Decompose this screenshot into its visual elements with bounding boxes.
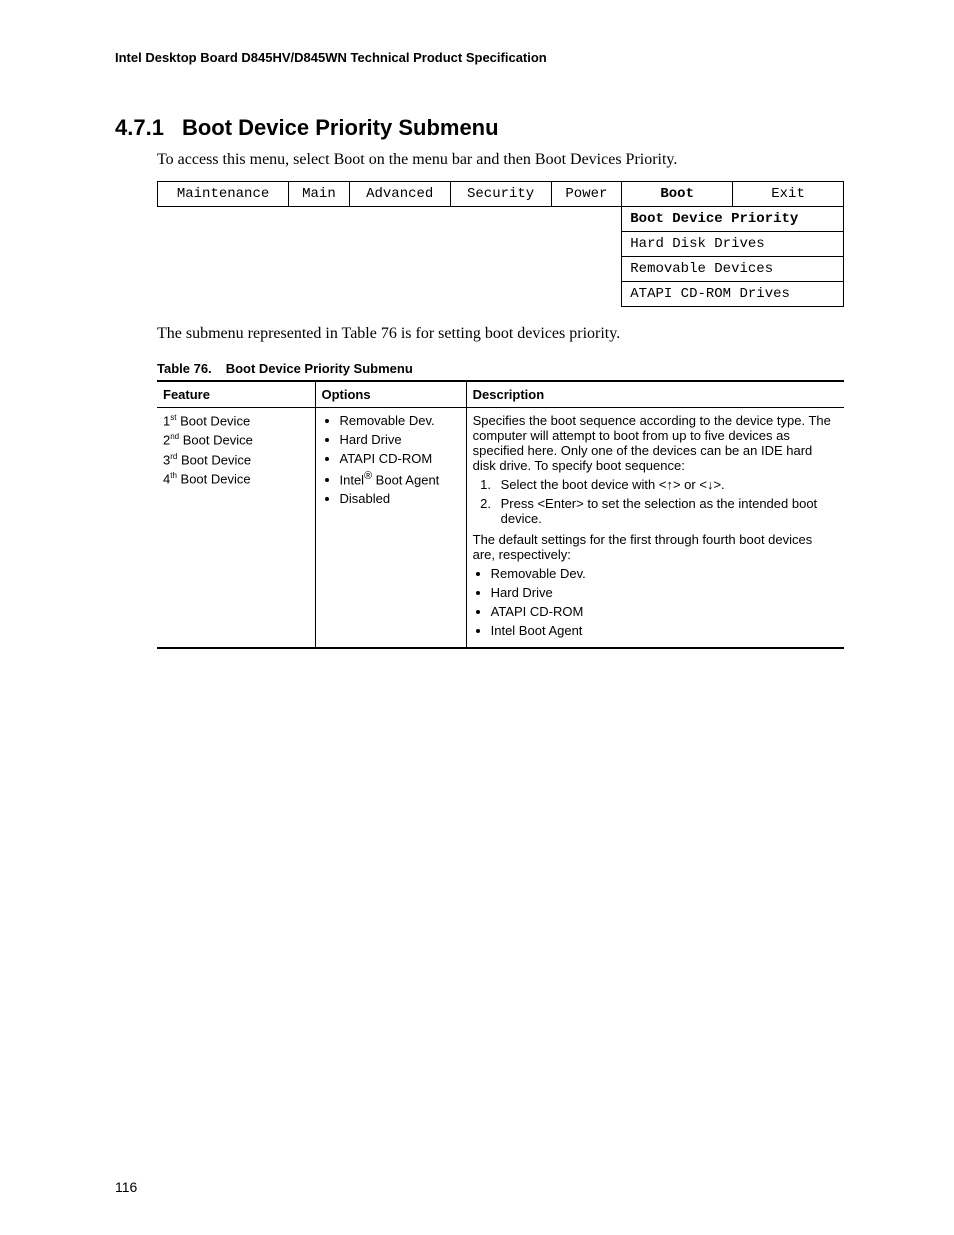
option-removable-dev: Removable Dev.	[340, 413, 460, 428]
default-hard-drive: Hard Drive	[491, 585, 838, 600]
feature-3-label: Boot Device	[177, 452, 251, 467]
cell-feature: 1st Boot Device 2nd Boot Device 3rd Boot…	[157, 408, 315, 649]
menu-tab-advanced: Advanced	[349, 182, 450, 207]
option-intel-boot-agent: Intel® Boot Agent	[340, 470, 460, 487]
feature-1-label: Boot Device	[176, 413, 250, 428]
boot-device-priority-table: Feature Options Description 1st Boot Dev…	[157, 380, 844, 649]
section-title: Boot Device Priority Submenu	[182, 115, 499, 140]
bios-menu-bar: Maintenance Main Advanced Security Power…	[157, 181, 844, 307]
menu-tab-power: Power	[551, 182, 622, 207]
table-caption-title: Boot Device Priority Submenu	[226, 361, 413, 376]
feature-4-label: Boot Device	[177, 471, 251, 486]
menu-tab-security: Security	[450, 182, 551, 207]
option-atapi-cdrom: ATAPI CD-ROM	[340, 451, 460, 466]
menu-tab-boot: Boot	[622, 182, 733, 207]
feature-4-suffix: th	[170, 471, 177, 480]
table-row: 1st Boot Device 2nd Boot Device 3rd Boot…	[157, 408, 844, 649]
cell-description: Specifies the boot sequence according to…	[466, 408, 844, 649]
desc-paragraph-2: The default settings for the first throu…	[473, 532, 838, 562]
running-header: Intel Desktop Board D845HV/D845WN Techni…	[115, 50, 844, 65]
default-removable-dev: Removable Dev.	[491, 566, 838, 581]
cell-options: Removable Dev. Hard Drive ATAPI CD-ROM I…	[315, 408, 466, 649]
desc-step-2: Press <Enter> to set the selection as th…	[495, 496, 838, 526]
submenu-removable-devices: Removable Devices	[622, 257, 844, 282]
submenu-boot-device-priority: Boot Device Priority	[622, 207, 844, 232]
menu-tab-main: Main	[289, 182, 350, 207]
option-hard-drive: Hard Drive	[340, 432, 460, 447]
page-number: 116	[115, 1179, 137, 1195]
section-number: 4.7.1	[115, 115, 164, 141]
table-caption: Table 76. Boot Device Priority Submenu	[157, 361, 844, 376]
menu-tab-exit: Exit	[733, 182, 844, 207]
desc-paragraph-1: Specifies the boot sequence according to…	[473, 413, 838, 473]
section-heading: 4.7.1 Boot Device Priority Submenu	[115, 115, 844, 141]
feature-2-suffix: nd	[170, 432, 179, 441]
default-atapi-cdrom: ATAPI CD-ROM	[491, 604, 838, 619]
option-disabled: Disabled	[340, 491, 460, 506]
col-header-description: Description	[466, 381, 844, 408]
desc-step-1: Select the boot device with <↑> or <↓>.	[495, 477, 838, 492]
after-menu-text: The submenu represented in Table 76 is f…	[157, 325, 844, 343]
table-caption-number: Table 76.	[157, 361, 212, 376]
submenu-atapi-cdrom: ATAPI CD-ROM Drives	[622, 282, 844, 307]
menu-tab-maintenance: Maintenance	[158, 182, 289, 207]
submenu-hard-disk-drives: Hard Disk Drives	[622, 232, 844, 257]
default-intel-boot-agent: Intel Boot Agent	[491, 623, 838, 638]
col-header-feature: Feature	[157, 381, 315, 408]
col-header-options: Options	[315, 381, 466, 408]
intro-text: To access this menu, select Boot on the …	[157, 151, 844, 169]
feature-2-label: Boot Device	[179, 433, 253, 448]
